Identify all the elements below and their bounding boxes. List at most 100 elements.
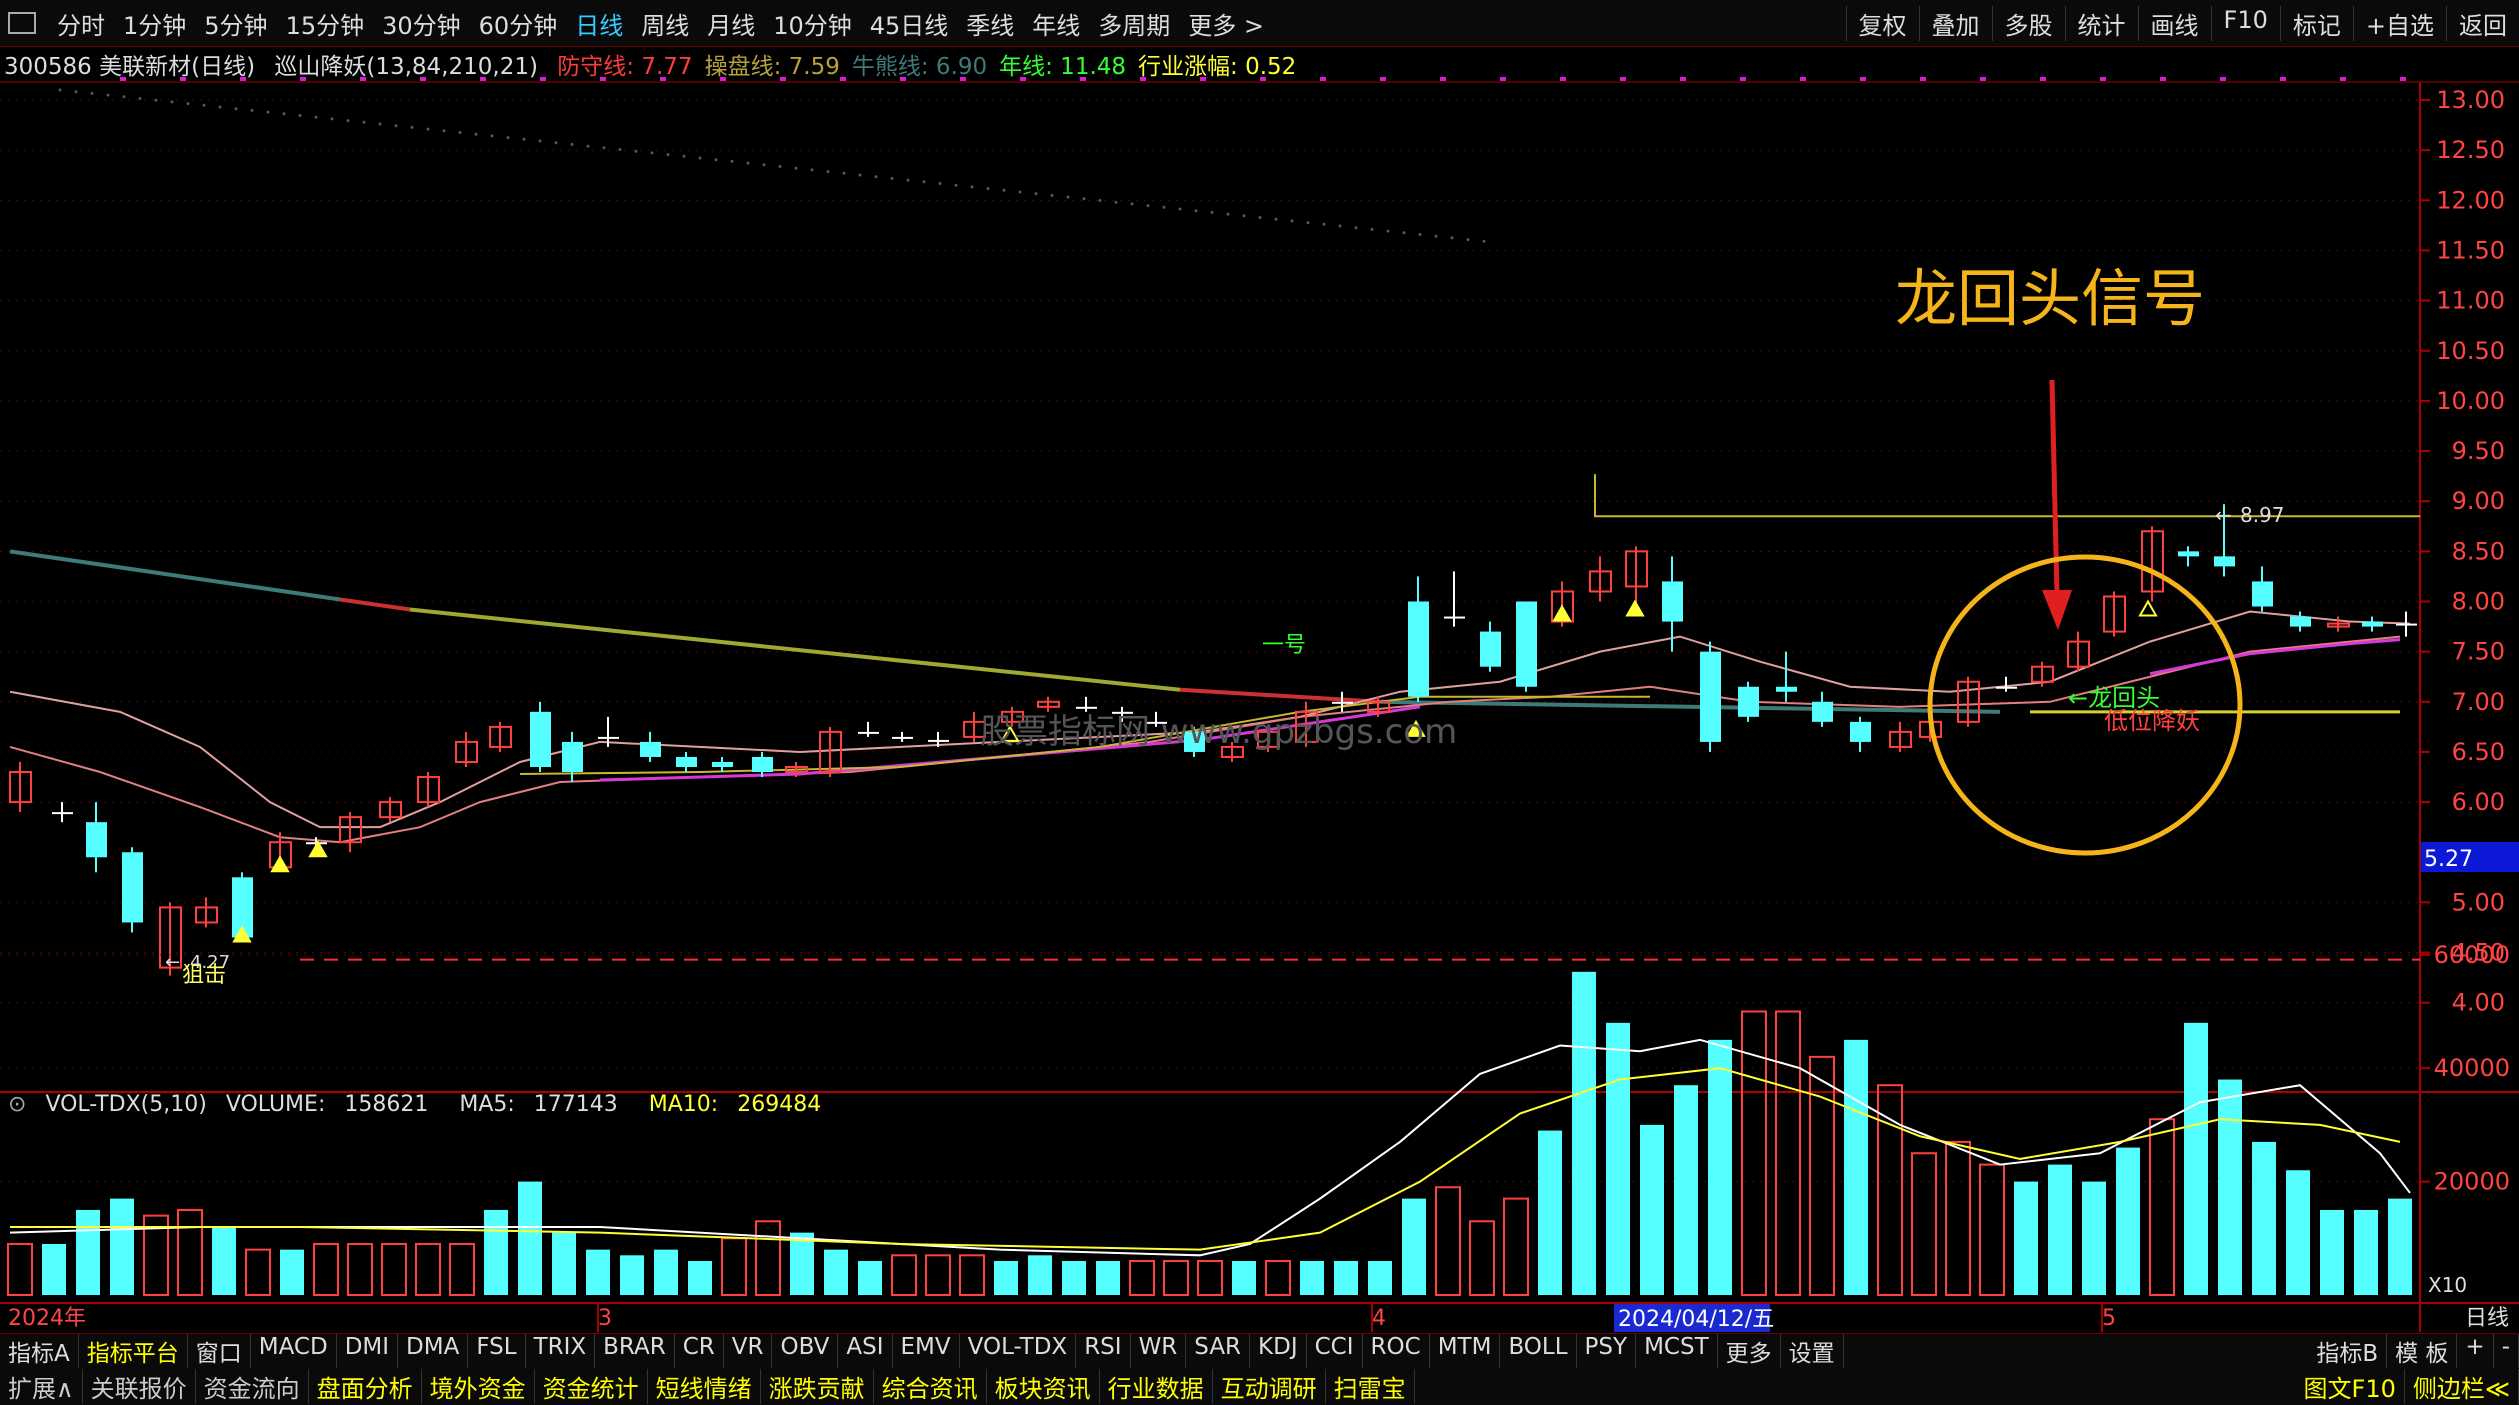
top-dot-1860 xyxy=(1860,77,1866,81)
year-line-dot-71 xyxy=(1194,209,1198,213)
indicator-tab-10[interactable]: VR xyxy=(724,1334,773,1368)
indicator-tab-1[interactable]: 指标平台 xyxy=(79,1334,188,1368)
bottom-tab-10[interactable]: 行业数据 xyxy=(1100,1369,1213,1404)
bottom-tab-4[interactable]: 境外资金 xyxy=(422,1369,535,1404)
vol-bar-20 xyxy=(688,1260,712,1295)
cursor-date-label: 2024/04/12/五 xyxy=(1618,1307,1774,1332)
vol-bar-37 xyxy=(1265,1259,1291,1296)
vol-bar-48 xyxy=(1640,1124,1664,1295)
candle-body-47 xyxy=(1738,686,1759,717)
top-dot-1740 xyxy=(1740,77,1746,81)
indicator-tab-3[interactable]: MACD xyxy=(251,1334,337,1368)
candle-body-61 xyxy=(2252,581,2273,607)
indicator-tab-6[interactable]: FSL xyxy=(468,1334,526,1368)
indicator-tab-16[interactable]: WR xyxy=(1131,1334,1187,1368)
indicator-tab-8[interactable]: BRAR xyxy=(595,1334,675,1368)
bottom-tab-11[interactable]: 互动调研 xyxy=(1213,1369,1326,1404)
top-dot-1320 xyxy=(1320,77,1326,81)
year-line-dot-76 xyxy=(1274,217,1278,221)
bottom-tab-9[interactable]: 板块资讯 xyxy=(987,1369,1100,1404)
year-line-dot-5 xyxy=(138,97,142,100)
vol-bar-17 xyxy=(586,1249,610,1295)
year-line-dot-58 xyxy=(986,187,990,191)
candle-body-29 xyxy=(1076,706,1097,709)
indicator-tab-14[interactable]: VOL-TDX xyxy=(960,1334,1077,1368)
year-line-dot-31 xyxy=(554,141,558,145)
indicator-tab-23[interactable]: PSY xyxy=(1577,1334,1637,1368)
indicator-right-1[interactable]: 模 板 xyxy=(2387,1334,2458,1368)
bottom-tab-12[interactable]: 扫雷宝 xyxy=(1326,1369,1415,1404)
indicator-tab-26[interactable]: 设置 xyxy=(1781,1334,1844,1368)
indicator-tab-21[interactable]: MTM xyxy=(1430,1334,1501,1368)
bottom-tab-6[interactable]: 短线情绪 xyxy=(648,1369,761,1404)
bottom-tab-2[interactable]: 资金流向 xyxy=(196,1369,309,1404)
year-line-dot-26 xyxy=(474,132,478,136)
indicator-tab-18[interactable]: KDJ xyxy=(1250,1334,1307,1368)
indicator-tab-4[interactable]: DMI xyxy=(337,1334,399,1368)
top-dot-960 xyxy=(960,77,966,81)
top-dot-1920 xyxy=(1920,77,1926,81)
year-line-dot-87 xyxy=(1450,236,1454,240)
year-line-dot-34 xyxy=(602,146,606,150)
bottom-tab-3[interactable]: 盘面分析 xyxy=(309,1369,422,1404)
indicator-tab-7[interactable]: TRIX xyxy=(526,1334,596,1368)
vol-label-2: 20000 xyxy=(2434,1168,2510,1196)
vol-bar-35 xyxy=(1197,1259,1223,1296)
indicator-tab-19[interactable]: CCI xyxy=(1307,1334,1363,1368)
vol-unit-label: X10 xyxy=(2428,1273,2467,1297)
year-line-dot-20 xyxy=(378,122,382,126)
indicator-tab-12[interactable]: ASI xyxy=(838,1334,893,1368)
year-line-dot-61 xyxy=(1034,192,1038,196)
indicator-right-3[interactable]: - xyxy=(2494,1334,2519,1368)
indicator-right-2[interactable]: + xyxy=(2457,1334,2494,1368)
indicator-tab-15[interactable]: RSI xyxy=(1076,1334,1131,1368)
indicator-tab-17[interactable]: SAR xyxy=(1186,1334,1251,1368)
kline-chart[interactable]: 13.00 12.50 12.00 11.50 11.00 10.50 10.00 9.50 9… xyxy=(0,0,2519,1405)
indicator-tab-22[interactable]: BOLL xyxy=(1500,1334,1577,1368)
candle-body-59 xyxy=(2178,551,2199,557)
price-label-8: 9.00 xyxy=(2452,487,2505,515)
year-line-dot-40 xyxy=(698,156,702,160)
top-dot-900 xyxy=(900,77,906,81)
bottom-tab-8[interactable]: 综合资讯 xyxy=(874,1369,987,1404)
bottom-tab-1[interactable]: 关联报价 xyxy=(83,1369,196,1404)
price-label-13: 6.50 xyxy=(2452,738,2505,766)
indicator-tab-2[interactable]: 窗口 xyxy=(188,1334,251,1368)
vol-bar-51 xyxy=(1741,1010,1767,1296)
top-dot-1080 xyxy=(1080,77,1086,81)
vol-bar-32 xyxy=(1096,1260,1120,1295)
vol-bar-46 xyxy=(1572,971,1596,1295)
indicator-tab-13[interactable]: EMV xyxy=(893,1334,960,1368)
year-line-dot-23 xyxy=(426,127,430,131)
indicator-tab-25[interactable]: 更多 xyxy=(1718,1334,1781,1368)
volume-info-bar: ⊙ VOL-TDX(5,10) VOLUME: 158621 MA5: 1771… xyxy=(0,1092,845,1128)
date-month-5: 5 xyxy=(2102,1306,2116,1331)
price-label-1: 12.50 xyxy=(2436,136,2505,164)
bottom-tab-5[interactable]: 资金统计 xyxy=(535,1369,648,1404)
bottom-right-0[interactable]: 图文F10 xyxy=(2296,1369,2405,1404)
indicator-right-0[interactable]: 指标B xyxy=(2308,1334,2388,1368)
volume-title[interactable]: VOL-TDX(5,10) xyxy=(45,1092,206,1117)
indicator-tab-9[interactable]: CR xyxy=(675,1334,724,1368)
indicator-tab-5[interactable]: DMA xyxy=(398,1334,469,1368)
candle-body-62 xyxy=(2290,616,2311,627)
bottom-right-1[interactable]: 侧边栏≪ xyxy=(2405,1369,2519,1404)
bullbear-line-c xyxy=(409,607,1181,692)
vol-bar-61 xyxy=(2082,1181,2106,1295)
vol-bar-8 xyxy=(280,1249,304,1295)
indicator-tab-20[interactable]: ROC xyxy=(1363,1334,1430,1368)
expand-icon[interactable]: ⊙ xyxy=(8,1092,26,1117)
bottom-tab-0[interactable]: 扩展∧ xyxy=(0,1369,83,1404)
date-year: 2024年 xyxy=(8,1306,86,1331)
indicator-tab-11[interactable]: OBV xyxy=(772,1334,839,1368)
vol-bar-27 xyxy=(925,1254,951,1297)
year-line-dot-24 xyxy=(442,129,446,133)
indicator-tab-24[interactable]: MCST xyxy=(1636,1334,1718,1368)
price-label-5: 10.50 xyxy=(2436,337,2505,365)
year-line-dot-69 xyxy=(1162,205,1166,209)
indicator-tab-0[interactable]: 指标A xyxy=(0,1334,79,1368)
bottom-tab-7[interactable]: 涨跌贡献 xyxy=(761,1369,874,1404)
vol-bar-5 xyxy=(177,1208,203,1296)
year-line-dot-56 xyxy=(954,183,958,187)
year-line-dot-37 xyxy=(650,151,654,155)
